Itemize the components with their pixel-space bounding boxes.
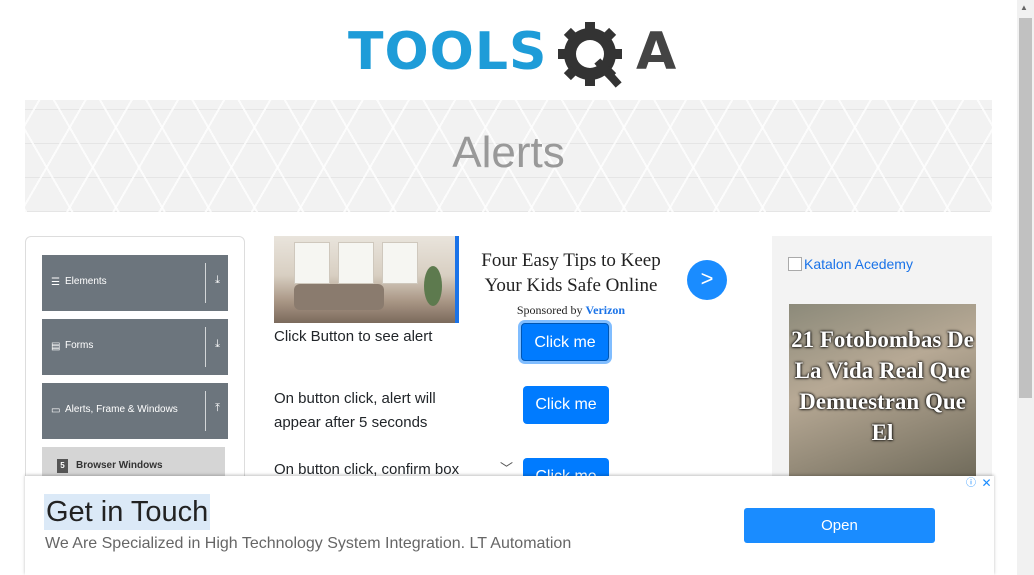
sidebar-group-elements[interactable]: ☰ Elements ⤓	[42, 255, 228, 311]
sidebar-group-alerts-frame-windows[interactable]: ▭ Alerts, Frame & Windows ⤒	[42, 383, 228, 439]
sofa-shape	[294, 284, 384, 310]
timer-alert-button[interactable]: Click me	[523, 386, 609, 424]
sidebar: ☰ Elements ⤓ ▤ Forms ⤓ ▭ Alerts, Frame &…	[25, 236, 245, 498]
ad-sponsor-name[interactable]: Verizon	[586, 303, 626, 317]
ad-go-button[interactable]: >	[687, 260, 727, 300]
chevron-down-icon[interactable]: ﹀	[500, 458, 513, 477]
page-title: Alerts	[452, 128, 565, 177]
alert-button[interactable]: Click me	[521, 323, 609, 361]
divider	[205, 391, 206, 431]
right-ad-image[interactable]: 21 Fotobombas De La Vida Real Que Demues…	[789, 304, 976, 479]
html5-icon: 5	[57, 459, 68, 473]
scrollbar-thumb[interactable]	[1019, 18, 1032, 398]
right-ad-image-text: 21 Fotobombas De La Vida Real Que Demues…	[791, 327, 974, 445]
close-icon[interactable]: ✕	[979, 476, 994, 491]
page-banner: Alerts	[25, 100, 992, 212]
sidebar-group-label: Elements	[65, 276, 107, 287]
logo-text-suffix: A	[636, 22, 677, 82]
ad-sponsor-prefix: Sponsored by	[516, 303, 583, 317]
hamburger-icon: ☰	[51, 277, 60, 288]
ad-title[interactable]: Four Easy Tips to Keep Your Kids Safe On…	[466, 248, 676, 298]
window-icon: ▭	[51, 405, 61, 416]
divider	[205, 327, 206, 367]
download-arrow-icon: ⤓	[215, 338, 220, 350]
bottom-ad-subtitle: We Are Specialized in High Technology Sy…	[45, 535, 572, 552]
window-shape	[382, 242, 418, 284]
divider	[205, 263, 206, 303]
bottom-ad-title[interactable]: Get in Touch	[44, 494, 211, 530]
katalon-link[interactable]: Katalon Acedemy	[788, 256, 913, 272]
sidebar-item-label: Browser Windows	[76, 460, 163, 471]
sidebar-group-label: Forms	[65, 340, 94, 351]
window-shape	[294, 242, 330, 284]
timer-alert-label: On button click, alert will appear after…	[274, 390, 436, 431]
toolsqa-logo[interactable]: TOOLS A	[348, 14, 678, 94]
broken-image-icon	[788, 257, 802, 271]
ad-accent-bar	[455, 236, 459, 323]
plant-shape	[424, 266, 442, 306]
logo-text: TOOLS	[348, 22, 548, 82]
download-arrow-icon: ⤓	[215, 274, 220, 286]
scroll-up-arrow-icon[interactable]: ▲	[1020, 3, 1028, 12]
ad-choices-icon[interactable]: ⓘ	[963, 476, 979, 491]
ad-sponsor: Sponsored by Verizon	[466, 303, 676, 318]
sidebar-group-forms[interactable]: ▤ Forms ⤓	[42, 319, 228, 375]
form-icon: ▤	[51, 341, 61, 352]
katalon-link-text: Katalon Acedemy	[804, 256, 913, 272]
alert-label: Click Button to see alert	[274, 328, 433, 345]
sidebar-group-label: Alerts, Frame & Windows	[65, 404, 178, 415]
gear-icon	[558, 22, 622, 88]
open-button[interactable]: Open	[744, 508, 935, 543]
window-shape	[338, 242, 374, 284]
upload-arrow-icon: ⤒	[215, 402, 220, 414]
ad-image[interactable]	[274, 236, 455, 323]
